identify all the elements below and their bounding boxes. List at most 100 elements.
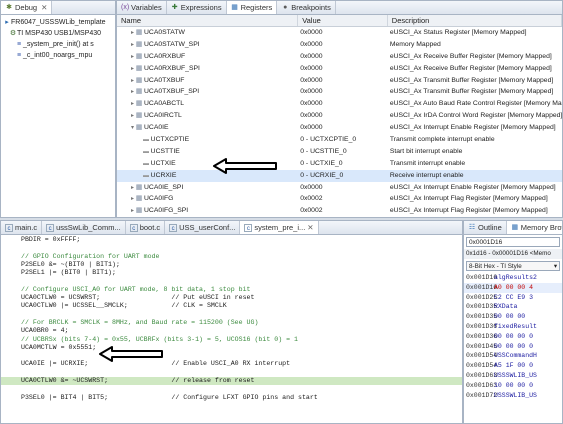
line-number <box>1 352 21 360</box>
register-row[interactable]: ▸ ▦ UCA0IFG 0x0002 eUSCI_Ax Interrupt Flag… <box>117 193 562 205</box>
register-value-cell[interactable]: 0x0000 <box>298 75 388 87</box>
code-text: P3SEL0 |= BIT4 | BIT5; // Configure LFXT… <box>21 393 318 401</box>
register-row[interactable]: ▬ UCSTTIE 0 - UCSTTIE_0 Start bit interrup… <box>117 146 562 158</box>
register-value-cell[interactable]: 0x0000 <box>298 51 388 63</box>
register-row[interactable]: ▸ ▦ UCA0IV0x0000eUSCI_Ax Interrupt Vecto… <box>117 217 562 218</box>
editor-tab[interactable]: c main.c <box>1 221 43 234</box>
register-value-cell[interactable]: 0x0002 <box>298 205 388 217</box>
register-row[interactable]: ▸ ▦ UCA0IE_SPI 0x0000 eUSCI_Ax Interrupt E… <box>117 182 562 194</box>
memory-format-value: 8-Bit Hex - TI Style <box>469 263 522 270</box>
memory-row[interactable]: 0x001D16 algResults2 <box>464 273 562 283</box>
close-icon[interactable]: ✕ <box>41 3 47 12</box>
tab-breakpoints[interactable]: ● Breakpoints <box>277 1 336 14</box>
code-area[interactable]: PBDIR = 0xFFFF; // GPIO Configuration for… <box>1 235 462 410</box>
line-number <box>1 253 21 261</box>
debug-tree-item[interactable]: ≡ _c_int00_noargs_mpu <box>1 50 115 61</box>
code-line: // For BRCLK = SMCLK = 8MHz, and Baud ra… <box>1 319 462 327</box>
register-name-cell: ▸ ▦ UCA0RXBUF_SPI <box>117 63 298 75</box>
register-value-cell[interactable]: 0x0000 <box>298 122 388 134</box>
debug-tree-item[interactable]: ≡ _system_pre_init() at s <box>1 39 115 50</box>
tab-expressions[interactable]: ✚ Expressions <box>167 1 227 14</box>
editor-tab-label: system_pre_i... <box>254 223 306 232</box>
debug-tree-item[interactable]: ▸ FR6047_USSSWLib_template <box>1 17 115 28</box>
register-value-cell[interactable]: 0x0000 <box>298 217 388 218</box>
line-number <box>1 394 21 402</box>
register-value-cell[interactable]: 0x0000 <box>298 39 388 51</box>
register-row[interactable]: ▸ ▦ UCA0STATW_SPI 0x0000 Memory Mapped <box>117 39 562 51</box>
register-value-cell[interactable]: 0x0002 <box>298 193 388 205</box>
register-value-cell[interactable]: 0x0000 <box>298 86 388 98</box>
register-row[interactable]: ▸ ▦ UCA0TXBUF_SPI 0x0000 eUSCI_Ax Transmit… <box>117 86 562 98</box>
register-description-cell: eUSCI_Ax Interrupt Enable Register [Memo… <box>389 124 556 132</box>
register-row[interactable]: ▸ ▦ UCA0RXBUF 0x0000 eUSCI_Ax Receive Buff… <box>117 51 562 63</box>
annotation-arrow-register <box>213 158 277 174</box>
memory-row[interactable]: 0x001D63 USSSWLIB_US <box>464 371 562 381</box>
register-value-cell[interactable]: 0 - UCTXIE_0 <box>298 158 388 170</box>
memory-address-input[interactable]: 0x0001D16 <box>466 237 560 247</box>
register-name-cell: ▸ ▦ UCA0TXBUF_SPI <box>117 86 298 98</box>
tab-outline[interactable]: ☷ Outline <box>464 221 507 234</box>
register-value-cell[interactable]: 0x0000 <box>298 98 388 110</box>
register-row[interactable]: ▬ UCTXIE 0 - UCTXIE_0 Transmit interrupt e… <box>117 158 562 170</box>
memory-row[interactable]: 0x001D54 USSCommandH <box>464 351 562 361</box>
column-description[interactable]: Description <box>388 15 562 26</box>
register-value-cell[interactable]: 0 - UCTXCPTIE_0 <box>298 134 388 146</box>
line-number <box>1 369 21 377</box>
register-description-cell: eUSCI_Ax Auto Baud Rate Control Register… <box>389 100 562 108</box>
memory-row[interactable]: 0x001D63 10 00 00 0 <box>464 381 562 391</box>
column-value[interactable]: Value <box>298 15 388 26</box>
memory-row[interactable]: 0x001D16 A0 00 00 4 <box>464 282 562 293</box>
line-number <box>1 236 21 244</box>
code-text: UCA0CTLW0 = UCSWRST; // Put eUSCI in res… <box>21 294 255 302</box>
line-number <box>1 277 21 285</box>
register-row[interactable]: ▾ ▦ UCA0IE 0x0000 eUSCI_Ax Interrupt Enabl… <box>117 122 562 134</box>
close-icon[interactable]: ✕ <box>307 223 313 232</box>
memory-row[interactable]: 0x001D36 00 00 00 0 <box>464 332 562 342</box>
line-number <box>1 286 21 294</box>
register-value-cell[interactable]: 0x0000 <box>298 110 388 122</box>
tab-debug[interactable]: ✱ Debug ✕ <box>1 1 53 14</box>
register-row[interactable]: ▸ ▦ UCA0IFG_SPI 0x0002 eUSCI_Ax Interrupt … <box>117 205 562 217</box>
register-row[interactable]: ▸ ▦ UCA0STATW 0x0000 eUSCI_Ax Status Regis… <box>117 27 562 39</box>
register-description-cell: eUSCI_Ax Interrupt Flag Register [Memory… <box>389 207 548 215</box>
register-description-cell: eUSCI_Ax Transmit Buffer Register [Memor… <box>389 76 554 84</box>
editor-tab[interactable]: c USS_userConf... <box>165 221 241 234</box>
memory-row[interactable]: 0x001D36 fixedResult <box>464 322 562 332</box>
code-text: UCA0CTLW0 &= ~UCSWRST; // release from r… <box>21 377 255 385</box>
editor-tab[interactable]: c system_pre_i... ✕ <box>240 221 319 234</box>
register-value-cell[interactable]: 0 - UCRXIE_0 <box>298 170 388 182</box>
debug-bug-icon: ✱ <box>6 3 12 11</box>
register-row[interactable]: ▬ UCRXIE 0 - UCRXIE_0 Receive interrupt en… <box>117 169 562 182</box>
register-name-cell: ▬ UCSTTIE <box>117 146 298 158</box>
register-value-cell[interactable]: 0x0000 <box>298 63 388 75</box>
register-description-cell: Receive interrupt enable <box>389 171 464 179</box>
register-value-cell[interactable]: 0 - UCSTTIE_0 <box>298 146 388 158</box>
memory-row[interactable]: 0x001D35 RXData <box>464 302 562 312</box>
memory-row[interactable]: 0x001D72 USSSWLIB_US <box>464 391 562 401</box>
register-row[interactable]: ▸ ▦ UCA0IRCTL 0x0000 eUSCI_Ax IrDA Control… <box>117 110 562 122</box>
debug-tree-item[interactable]: ⚙TI MSP430 USB1/MSP430 <box>1 28 115 39</box>
column-name[interactable]: Name <box>117 15 299 26</box>
register-row[interactable]: ▸ ▦ UCA0ABCTL 0x0000 eUSCI_Ax Auto Baud Ra… <box>117 98 562 110</box>
tab-registers[interactable]: ▦ Registers <box>226 1 278 14</box>
register-icon: ▦ <box>135 88 144 96</box>
register-name: UCA0TXBUF_SPI <box>144 88 200 96</box>
tab-variables[interactable]: (x) Variables <box>117 1 167 14</box>
memory-row[interactable]: 0x001D35 00 00 00 <box>464 312 562 322</box>
memory-row[interactable]: 0x001D25 C2 CC E9 3 <box>464 293 562 303</box>
register-description-cell: eUSCI_Ax Interrupt Flag Register [Memory… <box>389 195 548 203</box>
memory-data: USSSWLIB_US <box>494 391 537 399</box>
register-value-cell[interactable]: 0x0000 <box>298 27 388 39</box>
code-line: P3SEL0 |= BIT4 | BIT5; // Configure LFXT… <box>1 394 462 402</box>
memory-row[interactable]: 0x001D45 00 00 00 0 <box>464 342 562 352</box>
register-row[interactable]: ▬ UCTXCPTIE 0 - UCTXCPTIE_0 Transmit compl… <box>117 134 562 146</box>
editor-tab[interactable]: c ussSwLib_Comm... <box>42 221 126 234</box>
register-name-cell: ▸ ▦ UCA0STATW_SPI <box>117 39 298 51</box>
memory-row[interactable]: 0x001D54 A5 1F 00 0 <box>464 361 562 371</box>
editor-tab[interactable]: c boot.c <box>126 221 166 234</box>
register-row[interactable]: ▸ ▦ UCA0TXBUF 0x0000 eUSCI_Ax Transmit Buf… <box>117 75 562 87</box>
memory-format-select[interactable]: 8-Bit Hex - TI Style ▾ <box>466 261 560 271</box>
register-value-cell[interactable]: 0x0000 <box>298 182 388 194</box>
register-row[interactable]: ▸ ▦ UCA0RXBUF_SPI 0x0000 eUSCI_Ax Receive … <box>117 63 562 75</box>
tab-memory-browser[interactable]: ▦Memory Brow <box>506 221 562 234</box>
